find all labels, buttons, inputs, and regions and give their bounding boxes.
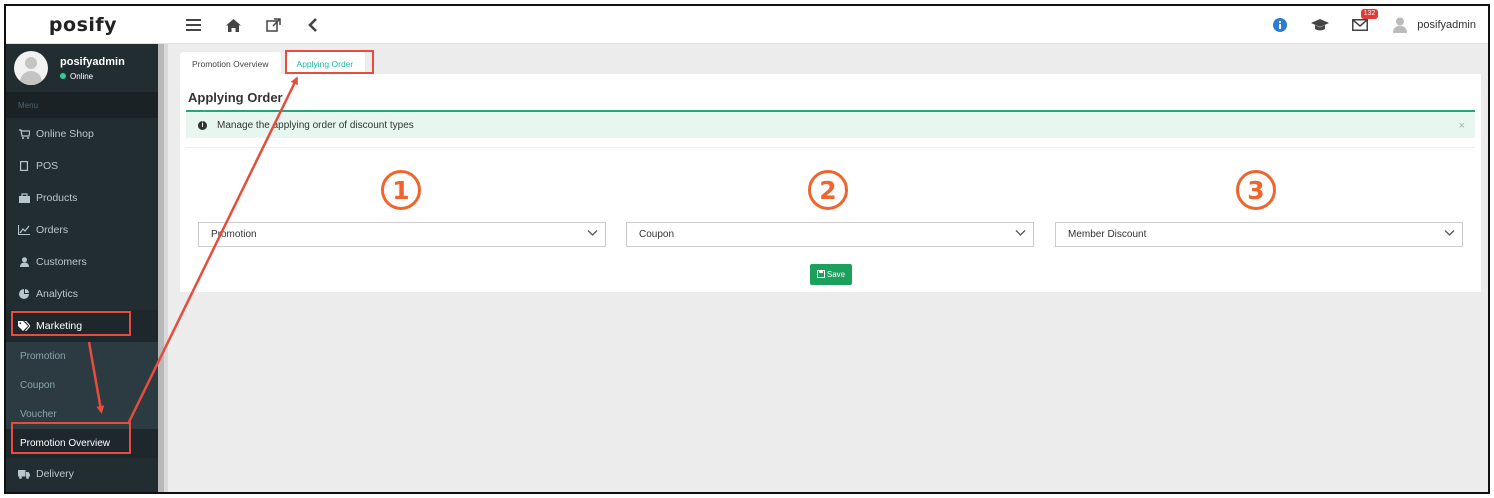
select-value: Promotion (211, 229, 257, 240)
order-number-2: 2 (808, 170, 848, 210)
chevron-down-icon (1015, 229, 1026, 240)
online-dot-icon (60, 73, 66, 79)
sidebar-item-label: Customers (36, 256, 87, 268)
info-icon: i (198, 120, 207, 130)
avatar (14, 51, 48, 85)
topbar-right-icons: 132 posifyadmin (1271, 6, 1476, 44)
select-value: Coupon (639, 229, 675, 240)
mail-icon[interactable]: 132 (1351, 9, 1379, 34)
divider (186, 147, 1475, 148)
marketing-submenu: Promotion Coupon Voucher Promotion Overv… (6, 342, 158, 458)
order-number-3: 3 (1236, 170, 1276, 210)
sidebar-item-products[interactable]: Products (6, 182, 158, 214)
user-panel: posifyadmin Online (6, 44, 158, 92)
tab-bar: Promotion Overview Applying Order (180, 52, 366, 76)
main-content: Promotion Overview Applying Order Applyi… (168, 44, 1488, 492)
info-alert: i Manage the applying order of discount … (186, 110, 1475, 138)
card-title: Applying Order (188, 90, 283, 105)
submenu-item-promotion[interactable]: Promotion (6, 342, 158, 371)
user-status: Online (60, 72, 125, 81)
sidebar-item-customers[interactable]: Customers (6, 246, 158, 278)
user-info: posifyadmin Online (60, 56, 125, 81)
order-number-1: 1 (381, 170, 421, 210)
topbar-username: posifyadmin (1417, 19, 1476, 31)
user-status-label: Online (70, 71, 94, 81)
submenu-item-promotion-overview[interactable]: Promotion Overview (6, 429, 158, 458)
sidebar-item-online-shop[interactable]: Online Shop (6, 118, 158, 150)
order-select-1[interactable]: Promotion (198, 222, 606, 247)
user-icon (18, 257, 30, 267)
sidebar-item-pos[interactable]: POS (6, 150, 158, 182)
tab-applying-order[interactable]: Applying Order (284, 52, 366, 76)
tags-icon (18, 321, 30, 331)
graduation-cap-icon[interactable] (1311, 16, 1330, 34)
submenu-item-coupon[interactable]: Coupon (6, 371, 158, 400)
save-label: Save (826, 270, 846, 279)
pie-chart-icon (18, 289, 30, 299)
user-icon (1391, 16, 1409, 34)
chevron-down-icon (587, 229, 598, 240)
screenshot-frame: posify 132 posifyadmin posifyadmin Onlin… (4, 4, 1490, 494)
sidebar-item-label: Analytics (36, 288, 79, 300)
select-value: Member Discount (1068, 229, 1147, 240)
order-select-3[interactable]: Member Discount (1055, 222, 1463, 247)
order-select-2[interactable]: Coupon (626, 222, 1034, 247)
sidebar-item-orders[interactable]: Orders (6, 214, 158, 246)
sidebar-item-label: Marketing (36, 320, 83, 332)
sidebar-item-label: Delivery (36, 468, 74, 480)
sidebar-item-label: Online Shop (36, 128, 94, 140)
truck-icon (18, 469, 30, 479)
home-icon[interactable] (224, 16, 242, 34)
sidebar-item-marketing[interactable]: Marketing (6, 310, 158, 342)
sidebar-item-label: Products (36, 192, 78, 204)
submenu-item-voucher[interactable]: Voucher (6, 400, 158, 429)
topbar-left-icons (184, 6, 322, 44)
applying-order-card: Applying Order i Manage the applying ord… (180, 74, 1481, 292)
logo-area[interactable]: posify (6, 6, 160, 44)
cart-icon (18, 129, 30, 139)
sidebar-item-delivery[interactable]: Delivery (6, 458, 158, 490)
menu-header: Menu (6, 92, 158, 118)
chevron-down-icon (1444, 229, 1455, 240)
sidebar-item-label: POS (36, 160, 59, 172)
close-icon[interactable]: × (1459, 120, 1465, 132)
info-icon[interactable] (1271, 16, 1289, 34)
chart-line-icon (18, 225, 30, 235)
tab-promotion-overview[interactable]: Promotion Overview (180, 52, 281, 76)
save-icon (816, 269, 825, 280)
alert-message: Manage the applying order of discount ty… (217, 119, 414, 131)
back-icon[interactable] (304, 16, 322, 34)
sidebar-item-label: Orders (36, 224, 69, 236)
top-bar: posify 132 posifyadmin (6, 6, 1488, 44)
mail-count-badge: 132 (1360, 9, 1379, 19)
tablet-icon (18, 161, 30, 171)
sidebar-item-analytics[interactable]: Analytics (6, 278, 158, 310)
sidebar-username: posifyadmin (60, 55, 125, 68)
bag-icon (18, 193, 30, 203)
external-link-icon[interactable] (264, 16, 282, 34)
logo: posify (48, 14, 118, 36)
menu-icon[interactable] (184, 16, 202, 34)
user-menu[interactable]: posifyadmin (1391, 16, 1476, 34)
save-button[interactable]: Save (810, 264, 852, 285)
sidebar: posifyadmin Online Menu Online Shop POS (6, 44, 158, 492)
